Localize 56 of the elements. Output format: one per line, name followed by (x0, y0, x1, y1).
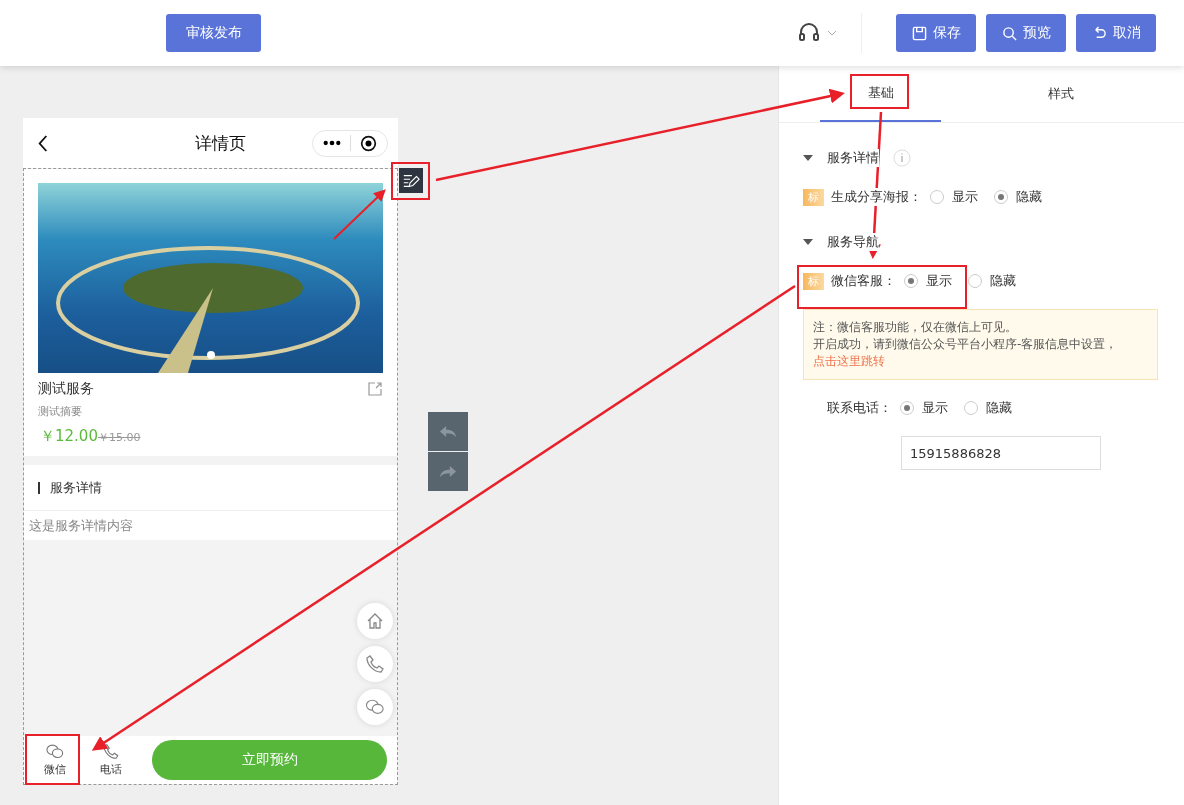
preview-button[interactable]: 预览 (986, 14, 1066, 52)
annotation-frame (25, 734, 80, 785)
annotation-frame (391, 162, 430, 200)
wechat-tab[interactable]: 微信 (30, 743, 80, 777)
annotation-arrow (333, 189, 386, 240)
section-heading: 服务详情 (827, 149, 879, 167)
info-icon[interactable] (893, 149, 911, 167)
chat-button[interactable] (357, 689, 393, 725)
section-content: 这是服务详情内容 (24, 511, 397, 540)
page-title: 详情页 (193, 131, 247, 155)
undo-button[interactable] (428, 412, 468, 451)
redo-button[interactable] (428, 452, 468, 491)
service-name: 测试服务 (38, 380, 94, 398)
phone-call-button[interactable] (357, 646, 393, 682)
back-icon[interactable] (38, 134, 48, 152)
phone-icon (102, 743, 120, 760)
chevron-down-icon[interactable] (827, 30, 837, 36)
search-icon (1001, 25, 1017, 41)
phone-tab[interactable]: 电话 (86, 743, 136, 777)
price: ￥12.00 (40, 427, 98, 446)
tag-badge: 标 (803, 188, 824, 206)
section-heading: 服务导航 (827, 233, 879, 251)
tag-badge: 标 (803, 272, 824, 290)
radio-option[interactable]: 隐藏 (964, 399, 1012, 417)
save-button[interactable]: 保存 (896, 14, 976, 52)
carousel-dot[interactable] (207, 351, 215, 359)
chat-bubbles-icon (45, 743, 65, 760)
service-summary: 测试摘要 (38, 404, 83, 419)
publish-button[interactable]: 审核发布 (166, 14, 261, 52)
notice-text: 开启成功，请到微信公众号平台小程序-客服信息中设置， (813, 337, 1118, 351)
home-icon (365, 611, 385, 631)
tab[interactable]: 样式 (961, 66, 1161, 122)
radio-option[interactable]: 显示 (930, 188, 978, 206)
more-dots-icon (323, 140, 342, 146)
tab[interactable]: 基础 (820, 66, 941, 122)
phone-icon (365, 654, 385, 674)
chat-bubbles-icon (365, 698, 385, 716)
save-icon (911, 25, 927, 41)
radio-option[interactable]: 隐藏 (968, 272, 1016, 290)
annotation-frame (850, 74, 909, 109)
section-title: 服务详情 (50, 478, 102, 497)
collapse-arrow-icon[interactable] (803, 239, 813, 245)
redo-arrow-icon (439, 465, 457, 478)
notice-text: 注：微信客服功能，仅在微信上可见。 (813, 319, 1018, 336)
radio-option[interactable]: 显示 (904, 272, 952, 290)
phone-input[interactable]: 15915886828 (901, 436, 1101, 470)
radio-option[interactable]: 隐藏 (994, 188, 1042, 206)
home-button[interactable] (357, 603, 393, 639)
original-price: ￥15.00 (97, 430, 141, 445)
target-icon (359, 134, 377, 152)
collapse-arrow-icon[interactable] (803, 155, 813, 161)
cancel-button[interactable]: 取消 (1076, 14, 1156, 52)
radio-option[interactable]: 显示 (900, 399, 948, 417)
edit-button[interactable] (399, 168, 423, 193)
share-icon[interactable] (367, 381, 383, 397)
undo-arrow-icon (439, 425, 457, 438)
